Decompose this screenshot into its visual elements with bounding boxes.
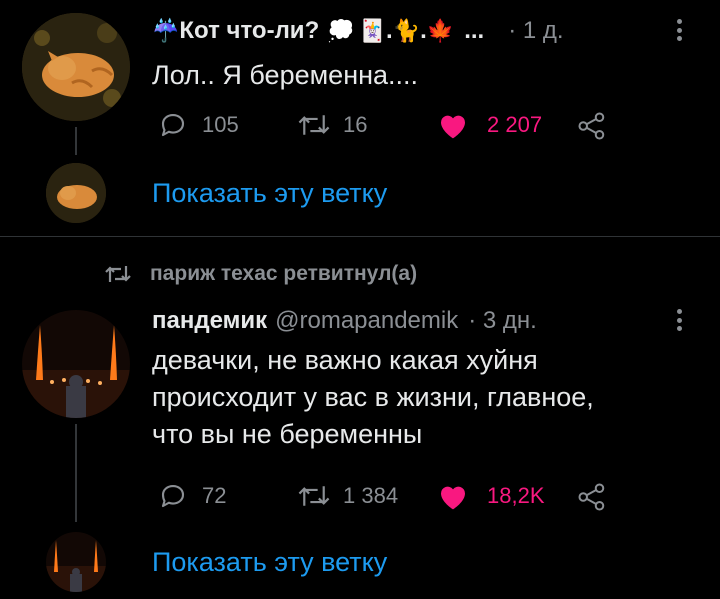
maple-leaf-emoji-icon: 🍁 xyxy=(426,18,455,43)
author-handle[interactable]: @romapandemik xyxy=(275,307,458,335)
like-button[interactable]: 2 207 xyxy=(437,110,542,140)
retweet-button[interactable]: 16 xyxy=(297,110,367,140)
tweet-text-line: происходит у вас в жизни, главное, xyxy=(152,382,594,412)
umbrella-emoji-icon: ☔ xyxy=(152,18,180,43)
retweet-icon xyxy=(298,486,330,506)
name-ellipsis: ... xyxy=(464,17,485,44)
reply-button[interactable]: 105 xyxy=(158,110,239,140)
thread-line xyxy=(75,424,77,522)
reply-button[interactable]: 72 xyxy=(158,481,226,511)
like-count: 2 207 xyxy=(487,112,543,137)
retweet-notice: париж техас ретвитнул(а) xyxy=(104,262,417,286)
timestamp[interactable]: · 3 дн. xyxy=(468,307,537,335)
timestamp[interactable]: · 1 д. xyxy=(508,17,563,45)
small-avatar[interactable] xyxy=(46,532,106,592)
more-options-icon[interactable] xyxy=(677,19,683,41)
tweet-text-line: девачки, не важно какая хуйня xyxy=(152,345,538,375)
heart-icon xyxy=(441,115,465,139)
name-dot: . xyxy=(420,17,427,44)
joker-card-emoji-icon: 🃏 xyxy=(358,18,387,43)
tweet-text: девачки, не важно какая хуйня происходит… xyxy=(152,342,594,453)
share-button[interactable] xyxy=(577,482,607,512)
tweet-text-line: что вы не беременны xyxy=(152,419,423,449)
show-thread-link[interactable]: Показать эту ветку xyxy=(152,178,387,209)
retweet-icon xyxy=(105,266,131,282)
reply-icon xyxy=(161,484,185,508)
like-button[interactable]: 18,2K xyxy=(437,481,545,511)
name-dot: . xyxy=(386,17,393,44)
avatar[interactable] xyxy=(22,13,130,121)
thought-bubble-emoji-icon: 💭 xyxy=(327,18,355,43)
avatar[interactable] xyxy=(22,310,130,418)
reply-count: 72 xyxy=(202,483,227,508)
divider xyxy=(0,236,720,237)
retweet-notice-text[interactable]: париж техас ретвитнул(а) xyxy=(150,262,417,286)
thread-line xyxy=(75,127,77,155)
author-line: ☔ Кот что-ли? 💭 🃏 . 🐈 . 🍁 ... · 1 д. xyxy=(152,14,564,48)
retweet-count: 1 384 xyxy=(343,483,399,508)
reply-count: 105 xyxy=(202,112,239,137)
show-thread-link[interactable]: Показать эту ветку xyxy=(152,547,387,578)
author-name[interactable]: Кот что-ли? xyxy=(179,17,319,45)
retweet-icon xyxy=(298,115,330,135)
share-icon xyxy=(578,112,605,140)
like-count: 18,2K xyxy=(487,483,545,508)
heart-icon xyxy=(441,486,465,510)
share-button[interactable] xyxy=(577,111,607,141)
author-line: пандемик @romapandemik · 3 дн. xyxy=(152,304,537,338)
author-name[interactable]: пандемик xyxy=(152,307,267,335)
cat-emoji-icon: 🐈 xyxy=(392,18,421,43)
retweet-button[interactable]: 1 384 xyxy=(297,481,398,511)
more-options-icon[interactable] xyxy=(677,309,683,331)
retweet-count: 16 xyxy=(343,112,368,137)
small-avatar[interactable] xyxy=(46,163,106,223)
reply-icon xyxy=(161,113,185,137)
tweet-text: Лол.. Я беременна.... xyxy=(152,60,419,90)
share-icon xyxy=(578,483,605,511)
